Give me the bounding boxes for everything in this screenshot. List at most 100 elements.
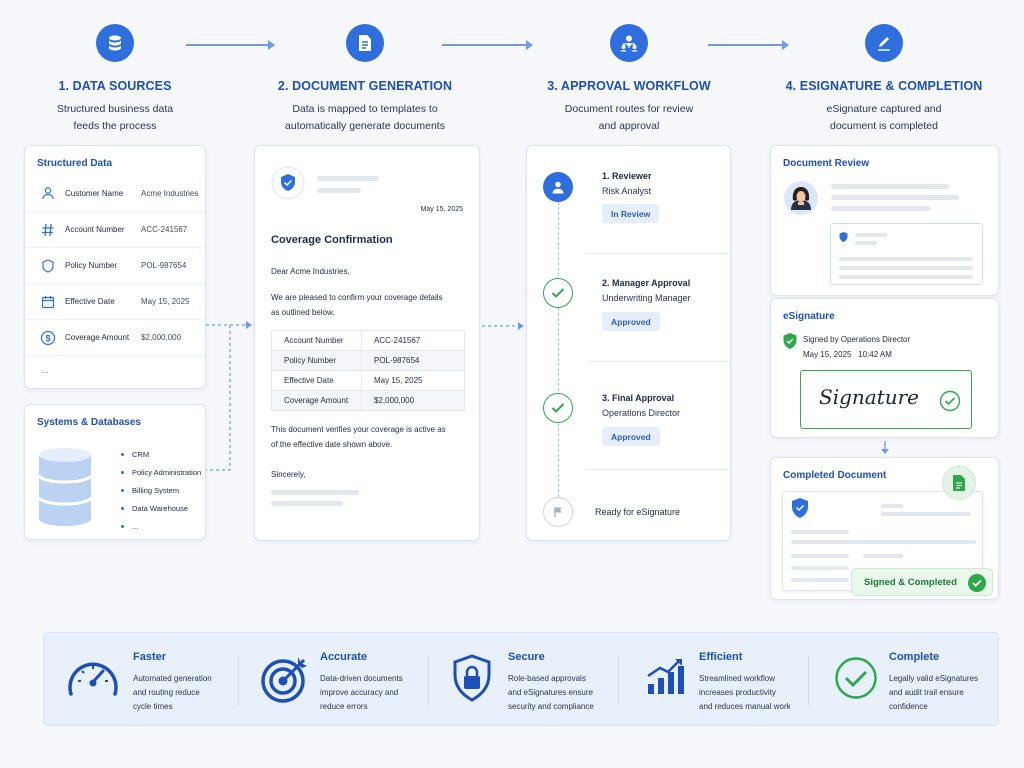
benefit-title: Complete	[889, 651, 940, 663]
table-row: Account Number ACC-241567	[271, 330, 465, 351]
step-title: 3. APPROVAL WORKFLOW	[547, 79, 711, 93]
intro-line: as outlined below.	[271, 308, 335, 317]
benefit-desc: Legally valid eSignatures and audit trail…	[889, 672, 1001, 714]
workflow-line	[558, 202, 559, 502]
list-item: ...	[121, 517, 201, 535]
desc-line: Data-driven documents	[320, 674, 403, 683]
table-cell: May 15, 2025	[361, 370, 465, 391]
placeholder-line	[831, 184, 949, 189]
placeholder-line	[271, 501, 343, 506]
document-closing: Sincerely,	[271, 470, 306, 479]
check-circle-icon	[543, 278, 573, 308]
coverage-table: Account Number ACC-241567 Policy Number PO…	[271, 330, 465, 411]
structured-data-card: Structured Data Customer Name Acme Indus…	[24, 145, 206, 389]
step-approval-workflow: 3. APPROVAL WORKFLOW Document routes for…	[509, 24, 749, 135]
row-value: $2,000,000	[141, 333, 182, 342]
connector-arrow	[482, 322, 524, 330]
database-icon	[37, 448, 93, 526]
document-date: May 15, 2025	[420, 206, 463, 213]
row-label: Coverage Amount	[65, 333, 130, 342]
verified-shield-icon	[783, 333, 797, 349]
signature: Signature	[819, 385, 920, 409]
benefit-faster: Faster Automated generation and routing r…	[43, 632, 233, 726]
approval-workflow-card: 1. Reviewer Risk Analyst In Review 2. Ma…	[526, 145, 732, 541]
placeholder-line	[839, 257, 973, 261]
step-data-sources: 1. DATA SOURCES Structured business data…	[0, 24, 235, 135]
step-role: Risk Analyst	[602, 186, 652, 196]
table-row: Coverage Amount $2,000,000	[271, 390, 465, 411]
row-label: Account Number	[65, 225, 125, 234]
company-logo-icon	[271, 166, 305, 200]
dollar-icon: $	[37, 330, 59, 346]
desc-line: cycle times	[133, 702, 173, 711]
speedometer-icon	[68, 662, 118, 696]
card-title: Structured Data	[37, 158, 113, 169]
check-circle-icon	[939, 390, 961, 412]
card-title: Completed Document	[783, 470, 887, 481]
lock-shield-icon	[453, 654, 491, 702]
step-title: 2. DOCUMENT GENERATION	[277, 79, 453, 93]
user-icon	[543, 172, 573, 202]
benefit-desc: Streamlined workflow increases productivi…	[699, 672, 811, 714]
divider	[587, 469, 732, 470]
check-circle-icon	[835, 657, 877, 699]
table-cell: POL-987654	[361, 350, 465, 371]
list-item: CRM	[121, 445, 201, 463]
step-desc: and approval	[598, 120, 660, 132]
data-row: $ Coverage Amount $2,000,000	[25, 319, 205, 355]
esignature-card: eSignature Signed by Operations Director…	[770, 298, 999, 438]
table-cell: Account Number	[271, 330, 362, 351]
desc-line: Role-based approvals	[508, 674, 586, 683]
table-row: Effective Date May 15, 2025	[271, 370, 465, 391]
placeholder-line	[881, 504, 903, 508]
row-value: ACC-241567	[141, 225, 188, 234]
card-title: Document Review	[783, 158, 870, 169]
check-circle-icon	[543, 393, 573, 423]
benefit-title: Secure	[508, 651, 545, 663]
company-logo-icon	[792, 498, 808, 518]
status-badge: In Review	[602, 204, 660, 223]
table-cell: Effective Date	[271, 370, 362, 391]
step-esignature-completion: 4. ESIGNATURE & COMPLETION eSignature ca…	[764, 24, 1004, 135]
status-badge: Approved	[602, 427, 660, 446]
database-icon	[96, 24, 134, 62]
file-badge-icon	[942, 466, 976, 500]
document-intro: We are pleased to confirm your coverage …	[271, 290, 443, 320]
document-heading: Coverage Confirmation	[271, 234, 393, 246]
step-name: 3. Final Approval	[602, 393, 675, 403]
systems-card: Systems & Databases CRM Policy Administr…	[24, 404, 206, 540]
ready-label: Ready for eSignature	[595, 507, 681, 517]
step-document-generation: 2. DOCUMENT GENERATION Data is mapped to…	[245, 24, 485, 135]
document-review-card: Document Review	[770, 145, 999, 296]
desc-line: Legally valid eSignatures	[889, 674, 978, 683]
placeholder-line	[791, 566, 849, 570]
growth-chart-icon	[647, 659, 684, 694]
generated-document: May 15, 2025 Coverage Confirmation Dear …	[254, 145, 480, 541]
placeholder-line	[831, 195, 959, 200]
verify-line: This document verifies your coverage is …	[271, 425, 446, 434]
signature-box[interactable]: Signature	[800, 370, 972, 429]
target-icon	[261, 657, 307, 703]
intro-line: We are pleased to confirm your coverage …	[271, 293, 443, 302]
step-desc: Structured business data	[56, 103, 174, 115]
step-title: 4. ESIGNATURE & COMPLETION	[785, 79, 983, 93]
step-title: 1. DATA SOURCES	[58, 79, 172, 93]
benefit-title: Accurate	[320, 651, 368, 663]
user-icon	[37, 186, 59, 200]
card-title: eSignature	[783, 311, 835, 322]
pen-icon	[865, 24, 903, 62]
systems-list: CRM Policy Administration Billing System…	[121, 445, 201, 535]
desc-line: and eSignatures ensure	[508, 688, 593, 697]
divider	[587, 253, 732, 254]
desc-line: improve accuracy and	[320, 688, 399, 697]
calendar-icon	[37, 295, 59, 309]
status-badge: Approved	[602, 312, 660, 331]
benefit-complete: Complete Legally valid eSignatures and au…	[808, 632, 998, 726]
placeholder-line	[855, 233, 887, 237]
document-greeting: Dear Acme Industries,	[271, 267, 350, 276]
document-icon	[346, 24, 384, 62]
placeholder-line	[839, 266, 973, 270]
shield-icon	[37, 258, 59, 273]
completed-document-card: Completed Document Signed & Completed	[770, 457, 999, 600]
desc-line: and reduces manual work	[699, 702, 791, 711]
